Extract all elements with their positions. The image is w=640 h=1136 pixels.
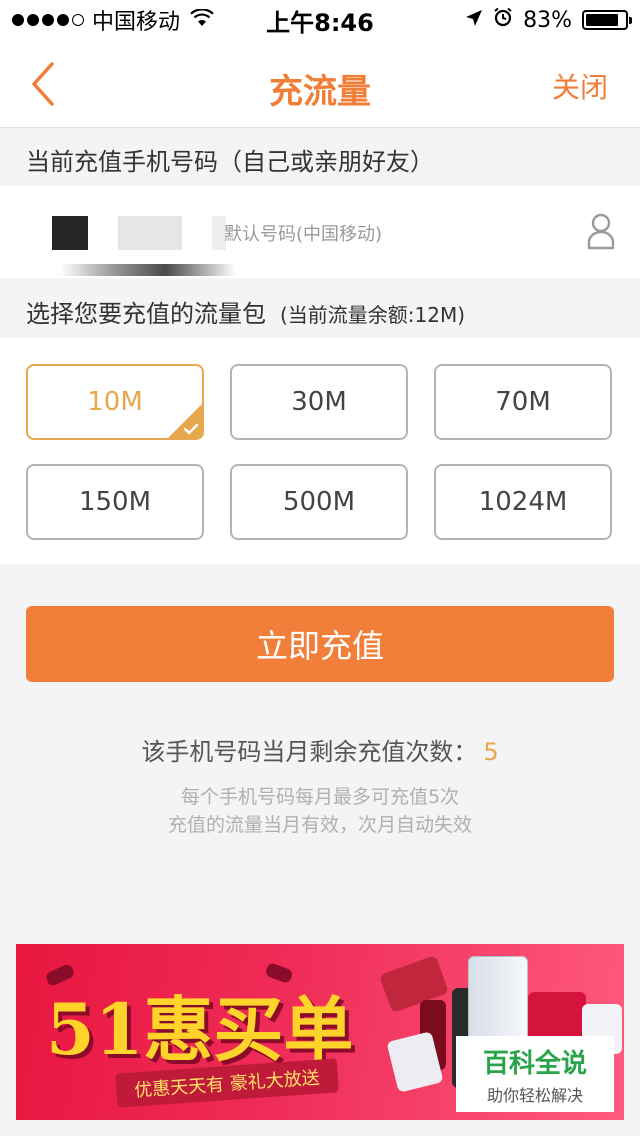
watermark-logo: 百科全说 助你轻松解决 (456, 1036, 614, 1112)
navigation-bar: 充流量 关闭 (0, 40, 640, 128)
signal-strength-icon (12, 14, 84, 26)
person-icon[interactable] (586, 212, 616, 250)
package-section-label: 选择您要充值的流量包 (当前流量余额:12M) (26, 294, 465, 329)
package-option[interactable]: 500M (230, 464, 408, 540)
recharge-now-button[interactable]: 立即充值 (26, 606, 614, 682)
alarm-clock-icon (493, 7, 513, 33)
battery-icon (582, 10, 632, 30)
phone-input-row[interactable]: 默认号码(中国移动) (0, 186, 640, 278)
package-option[interactable]: 70M (434, 364, 612, 440)
remaining-count: 5 (483, 738, 499, 766)
selected-check-icon (168, 404, 202, 438)
battery-percent: 83% (523, 7, 572, 33)
close-button[interactable]: 关闭 (552, 66, 608, 106)
package-option[interactable]: 30M (230, 364, 408, 440)
phone-section-label: 当前充值手机号码（自己或亲朋好友） (26, 148, 434, 176)
package-option[interactable]: 10M (26, 364, 204, 440)
phone-number-field[interactable]: 默认号码(中国移动) (224, 220, 382, 246)
page-title: 充流量 (269, 72, 371, 112)
monthly-limit-note: 每个手机号码每月最多可充值5次 (180, 786, 460, 808)
redaction-smudge (60, 264, 236, 276)
watermark-title: 百科全说 (482, 1048, 587, 1079)
redaction-block (52, 216, 88, 250)
redaction-block (118, 216, 182, 250)
data-balance-note: (当前流量余额:12M) (280, 303, 466, 327)
package-grid: 10M 30M 70M 150M 500M 1024M (0, 338, 640, 564)
package-section-title: 选择您要充值的流量包 (26, 300, 266, 328)
remaining-recharges: 该手机号码当月剩余充值次数： 5 (0, 732, 640, 767)
wifi-icon (190, 8, 214, 32)
status-bar: 中国移动 上午8:46 83% (0, 0, 640, 40)
carrier-name: 中国移动 (92, 10, 181, 35)
validity-note: 充值的流量当月有效，次月自动失效 (167, 814, 472, 836)
watermark-subtitle: 助你轻松解决 (486, 1085, 583, 1105)
location-arrow-icon (465, 8, 483, 33)
package-option[interactable]: 150M (26, 464, 204, 540)
package-option[interactable]: 1024M (434, 464, 612, 540)
remaining-label: 该手机号码当月剩余充值次数： (141, 738, 478, 766)
